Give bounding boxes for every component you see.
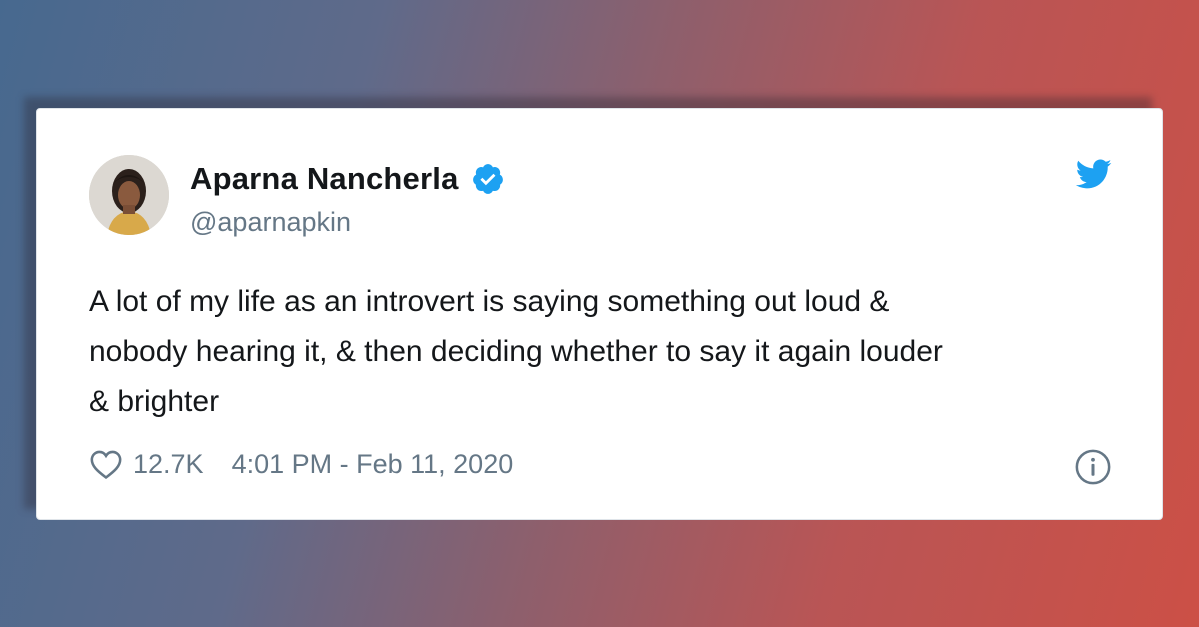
avatar-photo-icon — [89, 155, 169, 235]
info-icon[interactable] — [1074, 448, 1112, 486]
tweet-text-line: & brighter — [89, 385, 220, 418]
tweet-card[interactable]: Aparna Nancherla @aparnapkin A lot of my… — [36, 108, 1163, 520]
verified-badge-icon — [472, 164, 503, 194]
twitter-bird-icon[interactable] — [1074, 159, 1112, 191]
tweet-meta-row: 12.7K 4:01 PM - Feb 11, 2020 — [89, 448, 513, 480]
author-display-name[interactable]: Aparna Nancherla — [190, 161, 459, 197]
tweet-timestamp[interactable]: 4:01 PM - Feb 11, 2020 — [232, 449, 514, 480]
like-count[interactable]: 12.7K — [133, 449, 204, 480]
author-name-row: Aparna Nancherla — [190, 161, 505, 197]
avatar[interactable] — [89, 155, 169, 235]
tweet-text: A lot of my life as an introvert is sayi… — [89, 277, 1129, 427]
tweet-text-line: A lot of my life as an introvert is sayi… — [89, 285, 890, 318]
heart-icon[interactable] — [89, 448, 123, 480]
author-handle[interactable]: @aparnapkin — [190, 207, 351, 238]
tweet-text-line: nobody hearing it, & then deciding wheth… — [89, 335, 943, 368]
